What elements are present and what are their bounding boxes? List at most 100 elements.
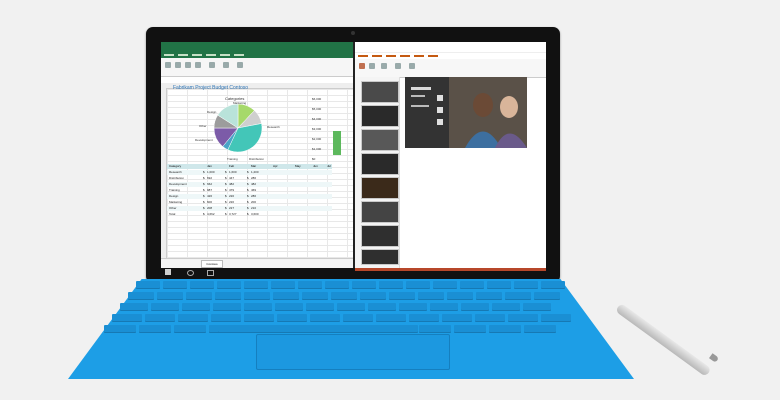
- table-row[interactable]: Total $4,662 $3,727 $3,600: [167, 212, 332, 217]
- table-cell[interactable]: 286: [251, 176, 256, 180]
- keyboard-key[interactable]: [190, 281, 214, 289]
- trackpad[interactable]: [256, 334, 450, 370]
- keyboard-key[interactable]: [433, 281, 457, 289]
- table-cell[interactable]: $: [203, 194, 205, 198]
- keyboard-key[interactable]: [157, 292, 183, 300]
- table-row[interactable]: Development $662 $482 $482: [167, 182, 332, 187]
- table-cell[interactable]: $: [203, 212, 205, 216]
- keyboard-key[interactable]: [186, 292, 212, 300]
- keyboard-key[interactable]: [376, 314, 406, 322]
- slide-thumbnail[interactable]: [361, 81, 399, 103]
- table-cell[interactable]: 479: [229, 188, 234, 192]
- table-cell[interactable]: 200: [251, 200, 256, 204]
- excel-ribbon[interactable]: [161, 58, 353, 77]
- start-icon[interactable]: [165, 269, 171, 275]
- table-cell[interactable]: Training: [169, 188, 180, 192]
- keyboard-key[interactable]: [178, 314, 208, 322]
- keyboard-key[interactable]: [244, 303, 272, 311]
- keyboard-key[interactable]: [389, 292, 415, 300]
- keyboard-key[interactable]: [475, 314, 505, 322]
- keyboard-key[interactable]: [406, 281, 430, 289]
- table-cell[interactable]: $: [225, 176, 227, 180]
- table-cell[interactable]: Development: [169, 182, 187, 186]
- keyboard-key[interactable]: [523, 303, 551, 311]
- keyboard-key[interactable]: [136, 281, 160, 289]
- new-slide-icon[interactable]: [359, 63, 365, 69]
- table-cell[interactable]: Other: [169, 206, 177, 210]
- editing-icon[interactable]: [237, 62, 243, 68]
- ppt-ribbon[interactable]: [355, 59, 546, 78]
- table-row[interactable]: Design $426 $220 $286: [167, 194, 332, 199]
- table-cell[interactable]: $: [203, 170, 205, 174]
- table-cell[interactable]: 426: [207, 194, 212, 198]
- slide-thumbnail[interactable]: [361, 201, 399, 223]
- paste-icon[interactable]: [165, 62, 171, 68]
- table-cell[interactable]: 220: [229, 200, 234, 204]
- keyboard-key[interactable]: [343, 314, 373, 322]
- table-cell[interactable]: Design: [169, 194, 178, 198]
- table-row[interactable]: Marketing $600 $220 $200: [167, 200, 332, 205]
- keyboard-key[interactable]: [244, 292, 270, 300]
- table-cell[interactable]: 482: [251, 182, 256, 186]
- table-cell[interactable]: $: [203, 176, 205, 180]
- keyboard-key[interactable]: [310, 314, 340, 322]
- table-cell[interactable]: $: [225, 212, 227, 216]
- keyboard-key[interactable]: [298, 281, 322, 289]
- keyboard-key[interactable]: [182, 303, 210, 311]
- table-cell[interactable]: $: [203, 200, 205, 204]
- spacebar[interactable]: [218, 325, 418, 333]
- table-cell[interactable]: 692: [207, 176, 212, 180]
- keyboard-key[interactable]: [145, 314, 175, 322]
- table-cell[interactable]: Research: [169, 170, 182, 174]
- font-icon[interactable]: [175, 62, 181, 68]
- table-cell[interactable]: 208: [207, 206, 212, 210]
- editing-icon[interactable]: [409, 63, 415, 69]
- task-view-icon[interactable]: [207, 270, 214, 276]
- keyboard-key[interactable]: [275, 303, 303, 311]
- table-cell[interactable]: $: [247, 194, 249, 198]
- keyboard-key[interactable]: [489, 325, 521, 333]
- table-cell[interactable]: $: [247, 188, 249, 192]
- keyboard-key[interactable]: [337, 303, 365, 311]
- slide-thumbnail[interactable]: [361, 129, 399, 151]
- keyboard-key[interactable]: [104, 325, 136, 333]
- keyboard-key[interactable]: [128, 292, 154, 300]
- slide-thumbnail[interactable]: [361, 225, 399, 247]
- table-cell[interactable]: $: [225, 200, 227, 204]
- keyboard-key[interactable]: [174, 325, 206, 333]
- table-cell[interactable]: $: [203, 182, 205, 186]
- table-cell[interactable]: $: [225, 182, 227, 186]
- keyboard-key[interactable]: [244, 281, 268, 289]
- pie-chart[interactable]: [211, 101, 265, 155]
- number-icon[interactable]: [195, 62, 201, 68]
- keyboard-key[interactable]: [541, 314, 571, 322]
- keyboard-key[interactable]: [120, 303, 148, 311]
- slide-thumbnail[interactable]: [361, 153, 399, 175]
- table-cell[interactable]: 286: [251, 194, 256, 198]
- keyboard-key[interactable]: [447, 292, 473, 300]
- table-cell[interactable]: 227: [229, 206, 234, 210]
- styles-icon[interactable]: [209, 62, 215, 68]
- slide-thumbnail[interactable]: [361, 177, 399, 199]
- table-cell[interactable]: Distribution: [169, 176, 184, 180]
- keyboard-key[interactable]: [112, 314, 142, 322]
- keyboard-key[interactable]: [277, 314, 307, 322]
- table-row[interactable]: Distribution $692 $447 $286: [167, 176, 332, 181]
- keyboard-key[interactable]: [492, 303, 520, 311]
- keyboard-key[interactable]: [541, 281, 565, 289]
- table-cell[interactable]: $: [247, 176, 249, 180]
- keyboard-key[interactable]: [151, 303, 179, 311]
- keyboard-key[interactable]: [244, 314, 274, 322]
- keyboard-key[interactable]: [325, 281, 349, 289]
- keyboard-key[interactable]: [505, 292, 531, 300]
- table-row[interactable]: Training $987 $479 $469: [167, 188, 332, 193]
- table-cell[interactable]: $: [247, 206, 249, 210]
- keyboard-key[interactable]: [213, 303, 241, 311]
- table-cell[interactable]: 1,000: [207, 170, 215, 174]
- keyboard-key[interactable]: [508, 314, 538, 322]
- keyboard-key[interactable]: [461, 303, 489, 311]
- table-cell[interactable]: 1,200: [251, 170, 259, 174]
- keyboard-key[interactable]: [352, 281, 376, 289]
- paragraph-icon[interactable]: [381, 63, 387, 69]
- keyboard-key[interactable]: [331, 292, 357, 300]
